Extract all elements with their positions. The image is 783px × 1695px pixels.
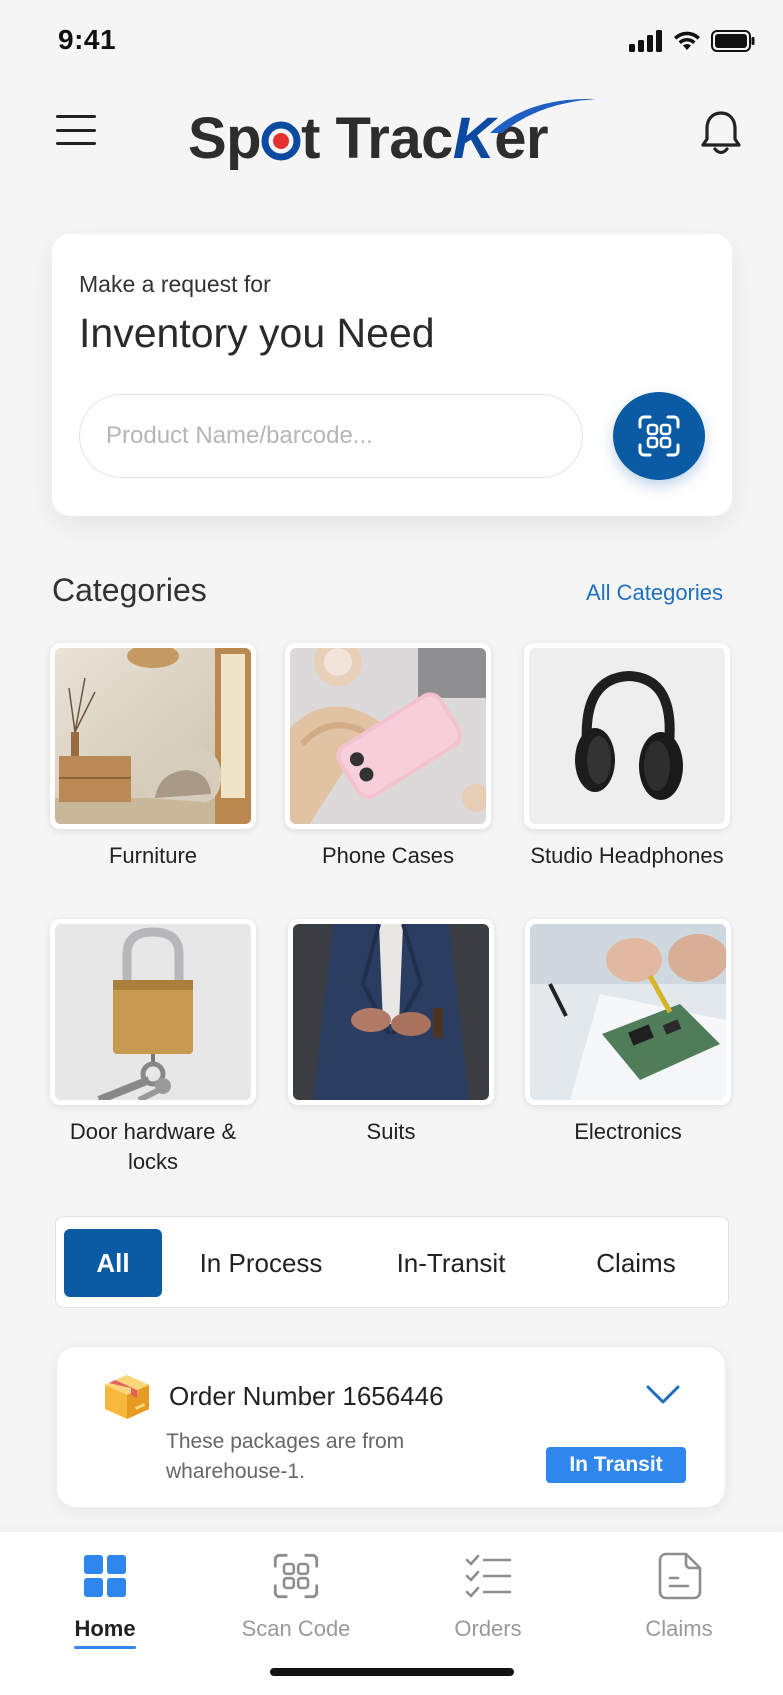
logo-target-o xyxy=(261,105,301,172)
logo-text-part: Sp xyxy=(188,105,262,171)
scan-code-icon xyxy=(270,1550,322,1602)
home-grid-icon xyxy=(79,1550,131,1602)
nav-label: Scan Code xyxy=(241,1616,351,1641)
headphones-image xyxy=(529,648,725,824)
category-image-frame xyxy=(525,919,731,1105)
request-card: Make a request for Inventory you Need xyxy=(52,234,732,516)
category-studio-headphones[interactable]: Studio Headphones xyxy=(524,643,730,871)
category-door-hardware[interactable]: Door hardware & locks xyxy=(50,919,256,1177)
app-header: Sp t TracKer xyxy=(0,95,783,175)
signal-icon xyxy=(629,30,662,52)
request-subtitle: Make a request for xyxy=(79,271,271,297)
order-card[interactable]: Order Number 1656446 These packages are … xyxy=(56,1346,726,1508)
nav-claims[interactable]: Claims xyxy=(594,1550,764,1642)
category-image-frame xyxy=(524,643,730,829)
menu-bar xyxy=(56,128,96,132)
padlock-image xyxy=(55,924,251,1100)
all-categories-link[interactable]: All Categories xyxy=(586,580,723,606)
scan-icon xyxy=(638,415,680,457)
category-label: Studio Headphones xyxy=(530,843,724,868)
logo-text-part: t Trac xyxy=(301,105,453,171)
tab-in-transit[interactable]: In-Transit xyxy=(376,1229,526,1297)
status-icons xyxy=(629,30,755,52)
category-image-frame xyxy=(50,643,256,829)
category-label: Furniture xyxy=(108,843,198,868)
category-image-frame xyxy=(288,919,494,1105)
nav-scan-code[interactable]: Scan Code xyxy=(211,1550,381,1642)
category-label: Door hardware & locks xyxy=(69,1119,237,1174)
screen: 9:41 Sp t TracKer Make a request for Inv… xyxy=(0,0,783,1695)
furniture-image xyxy=(55,648,251,824)
nav-label: Claims xyxy=(645,1616,713,1641)
nav-orders[interactable]: Orders xyxy=(403,1550,573,1642)
nav-active-indicator xyxy=(74,1646,136,1649)
order-filter-tabs: All In Process In-Transit Claims xyxy=(55,1216,729,1308)
app-logo: Sp t TracKer xyxy=(188,98,596,173)
status-time: 9:41 xyxy=(58,24,117,55)
request-title: Inventory you Need xyxy=(79,310,435,356)
battery-icon xyxy=(711,30,755,52)
category-electronics[interactable]: Electronics xyxy=(525,919,731,1147)
document-icon xyxy=(653,1550,705,1602)
tab-in-process[interactable]: In Process xyxy=(186,1229,336,1297)
category-suits[interactable]: Suits xyxy=(288,919,494,1147)
category-label: Suits xyxy=(366,1119,416,1144)
tab-all[interactable]: All xyxy=(64,1229,162,1297)
electronics-image xyxy=(530,924,726,1100)
menu-bar xyxy=(56,142,96,145)
nav-label: Orders xyxy=(454,1616,522,1641)
tab-claims[interactable]: Claims xyxy=(576,1229,696,1297)
package-icon xyxy=(105,1375,149,1419)
scan-barcode-button[interactable] xyxy=(613,392,705,480)
home-indicator xyxy=(270,1668,514,1676)
category-label: Electronics xyxy=(574,1119,682,1144)
category-image-frame xyxy=(50,919,256,1105)
category-furniture[interactable]: Furniture xyxy=(50,643,256,871)
order-number: Order Number 1656446 xyxy=(169,1381,444,1411)
nav-home[interactable]: Home xyxy=(20,1550,190,1649)
menu-button[interactable] xyxy=(56,115,96,145)
category-image-frame xyxy=(285,643,491,829)
product-search-input[interactable] xyxy=(79,394,583,478)
bell-icon[interactable] xyxy=(699,109,743,157)
order-status-badge: In Transit xyxy=(546,1447,686,1483)
logo-swoosh xyxy=(490,98,596,133)
phone-cases-image xyxy=(290,648,486,824)
chevron-down-icon[interactable] xyxy=(645,1383,681,1407)
wifi-icon xyxy=(674,31,700,50)
order-description: These packages are from wharehouse-1. xyxy=(166,1430,405,1483)
menu-bar xyxy=(56,115,96,118)
category-phone-cases[interactable]: Phone Cases xyxy=(285,643,491,871)
nav-label: Home xyxy=(74,1616,136,1641)
status-bar: 9:41 xyxy=(0,0,783,80)
category-label: Phone Cases xyxy=(321,843,455,868)
suits-image xyxy=(293,924,489,1100)
categories-title: Categories xyxy=(52,572,207,608)
checklist-icon xyxy=(462,1550,514,1602)
